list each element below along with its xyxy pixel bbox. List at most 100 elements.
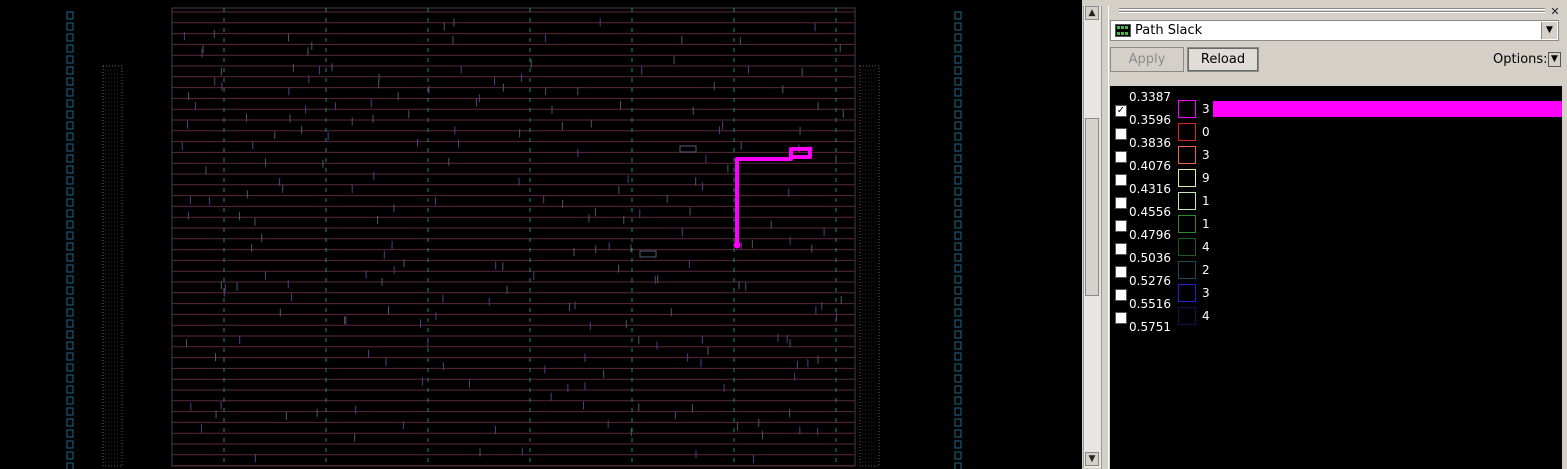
io-pin [66,462,74,469]
panel-grip-line[interactable] [1119,12,1545,13]
io-pin [66,132,74,141]
io-pin [954,176,962,185]
io-pin [954,286,962,295]
io-pin [66,44,74,53]
io-pin [66,363,74,372]
io-pin [954,253,962,262]
io-pin [66,385,74,394]
legend-bin-checkbox[interactable] [1115,289,1127,301]
legend-bin-checkbox[interactable] [1115,312,1127,324]
close-icon[interactable]: ✕ [1549,6,1561,18]
legend-color-swatch[interactable] [1178,169,1196,187]
vertical-scrollbar[interactable]: ▲ ▼ [1083,6,1101,468]
io-pin [66,143,74,152]
legend-histogram-bar [1213,101,1562,117]
io-pin [954,462,962,469]
legend-color-swatch[interactable] [1178,261,1196,279]
io-pin [66,209,74,218]
io-pin [66,286,74,295]
legend-color-swatch[interactable] [1178,192,1196,210]
io-pin [954,99,962,108]
io-pin [66,176,74,185]
path-endpoint [807,146,813,152]
panel-grip-line[interactable] [1119,9,1545,10]
io-pin [66,187,74,196]
io-pin [954,33,962,42]
heatmap-icon [1115,24,1131,37]
io-pin [66,198,74,207]
io-pin [954,231,962,240]
legend-color-swatch[interactable] [1178,146,1196,164]
legend-bin-count: 3 [1202,148,1210,162]
io-pin [954,121,962,130]
legend-bound-label: 0.4556 [1129,205,1171,219]
legend-bin-checkbox[interactable] [1115,197,1127,209]
io-pin [66,165,74,174]
legend-bin-checkbox[interactable] [1115,128,1127,140]
io-pin [954,264,962,273]
io-pin [954,220,962,229]
legend-color-swatch[interactable] [1178,215,1196,233]
legend-bound-label: 0.4796 [1129,228,1171,242]
io-pin [954,88,962,97]
io-pin [66,77,74,86]
legend-color-swatch[interactable] [1178,307,1196,325]
io-pin [66,231,74,240]
io-pin [66,264,74,273]
scrollbar-thumb[interactable] [1085,118,1099,296]
io-pin [66,341,74,350]
io-pin [66,33,74,42]
legend-color-swatch[interactable] [1178,284,1196,302]
scroll-up-arrow-icon[interactable]: ▲ [1085,6,1099,20]
legend-bin-count: 3 [1202,286,1210,300]
io-pin [66,374,74,383]
io-pin [954,209,962,218]
legend-bin-checkbox[interactable]: ✓ [1115,105,1127,117]
legend-color-swatch[interactable] [1178,123,1196,141]
legend-color-swatch[interactable] [1178,100,1196,118]
io-pin [954,429,962,438]
reload-button[interactable]: Reload [1187,47,1259,72]
chevron-down-icon[interactable]: ▼ [1541,22,1557,39]
io-pin [954,110,962,119]
legend-bound-label: 0.4316 [1129,182,1171,196]
layout-viewport[interactable] [0,0,1082,469]
legend-bin-checkbox[interactable] [1115,220,1127,232]
heatmap-legend: 0.3387 0.3596 0.3836 0.4076 0.4316 0.4556 0.47… [1110,86,1562,469]
legend-bin-checkbox[interactable] [1115,266,1127,278]
heatmap-mode-select[interactable]: Path Slack ▼ [1110,20,1559,41]
panel-splitter[interactable] [1101,6,1109,469]
io-pin [954,396,962,405]
legend-bin-count: 1 [1202,217,1210,231]
legend-bin-checkbox[interactable] [1115,151,1127,163]
path-endpoint [733,241,741,249]
heatmap-panel: ✕ Path Slack ▼ Apply Reload Options: ▼ 0… [1109,6,1567,469]
legend-bin-count: 0 [1202,125,1210,139]
io-pin [66,11,74,20]
io-pin [66,330,74,339]
io-pin [954,44,962,53]
io-pin [66,88,74,97]
scroll-down-arrow-icon[interactable]: ▼ [1085,452,1099,466]
io-pin [954,363,962,372]
io-pin [954,352,962,361]
io-pin [954,132,962,141]
io-pin [66,407,74,416]
io-pin [954,308,962,317]
io-pin [66,440,74,449]
legend-bin-checkbox[interactable] [1115,243,1127,255]
options-dropdown[interactable]: ▼ [1548,52,1561,67]
io-pin [66,99,74,108]
layout-canvas[interactable] [0,0,1082,469]
io-pin [954,319,962,328]
legend-bound-label: 0.3387 [1129,90,1171,104]
standard-cell [639,250,657,258]
legend-bin-count: 1 [1202,194,1210,208]
legend-bin-checkbox[interactable] [1115,174,1127,186]
io-pin [954,385,962,394]
io-pin [66,319,74,328]
io-pin [954,187,962,196]
legend-color-swatch[interactable] [1178,238,1196,256]
apply-button[interactable]: Apply [1110,47,1184,72]
legend-bound-label: 0.5751 [1129,320,1171,334]
